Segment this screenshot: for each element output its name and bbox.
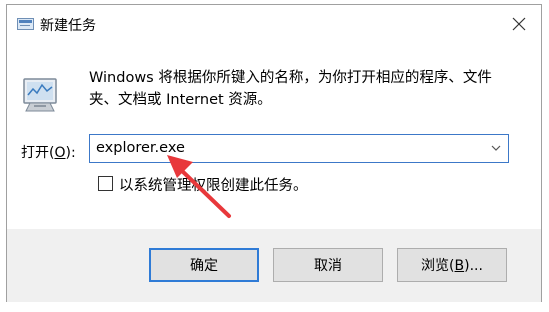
dialog-title: 新建任务 <box>40 18 96 34</box>
title-bar: 新建任务 <box>7 5 541 43</box>
cancel-button[interactable]: 取消 <box>273 248 383 282</box>
run-large-icon <box>23 78 57 112</box>
open-combobox[interactable]: explorer.exe <box>89 134 509 163</box>
browse-button-label: 浏览(B)... <box>421 258 483 274</box>
description-text: Windows 将根据你所键入的名称，为你打开相应的程序、文件夹、文档或 Int… <box>89 70 492 108</box>
admin-checkbox[interactable] <box>98 176 113 191</box>
browse-button[interactable]: 浏览(B)... <box>397 248 507 282</box>
close-button[interactable] <box>505 11 533 37</box>
cancel-button-label: 取消 <box>314 258 342 274</box>
ok-button[interactable]: 确定 <box>149 248 259 282</box>
close-icon <box>512 17 526 31</box>
run-dialog: 新建任务 Windows 将根据你所键入的名称，为你打开相应的程序、文件夹、文档… <box>6 4 542 302</box>
open-label: 打开(O): <box>21 145 76 161</box>
ok-button-label: 确定 <box>190 258 218 274</box>
run-icon <box>17 18 34 30</box>
chevron-down-icon[interactable] <box>490 142 502 154</box>
red-arrow-annotation <box>167 155 231 218</box>
